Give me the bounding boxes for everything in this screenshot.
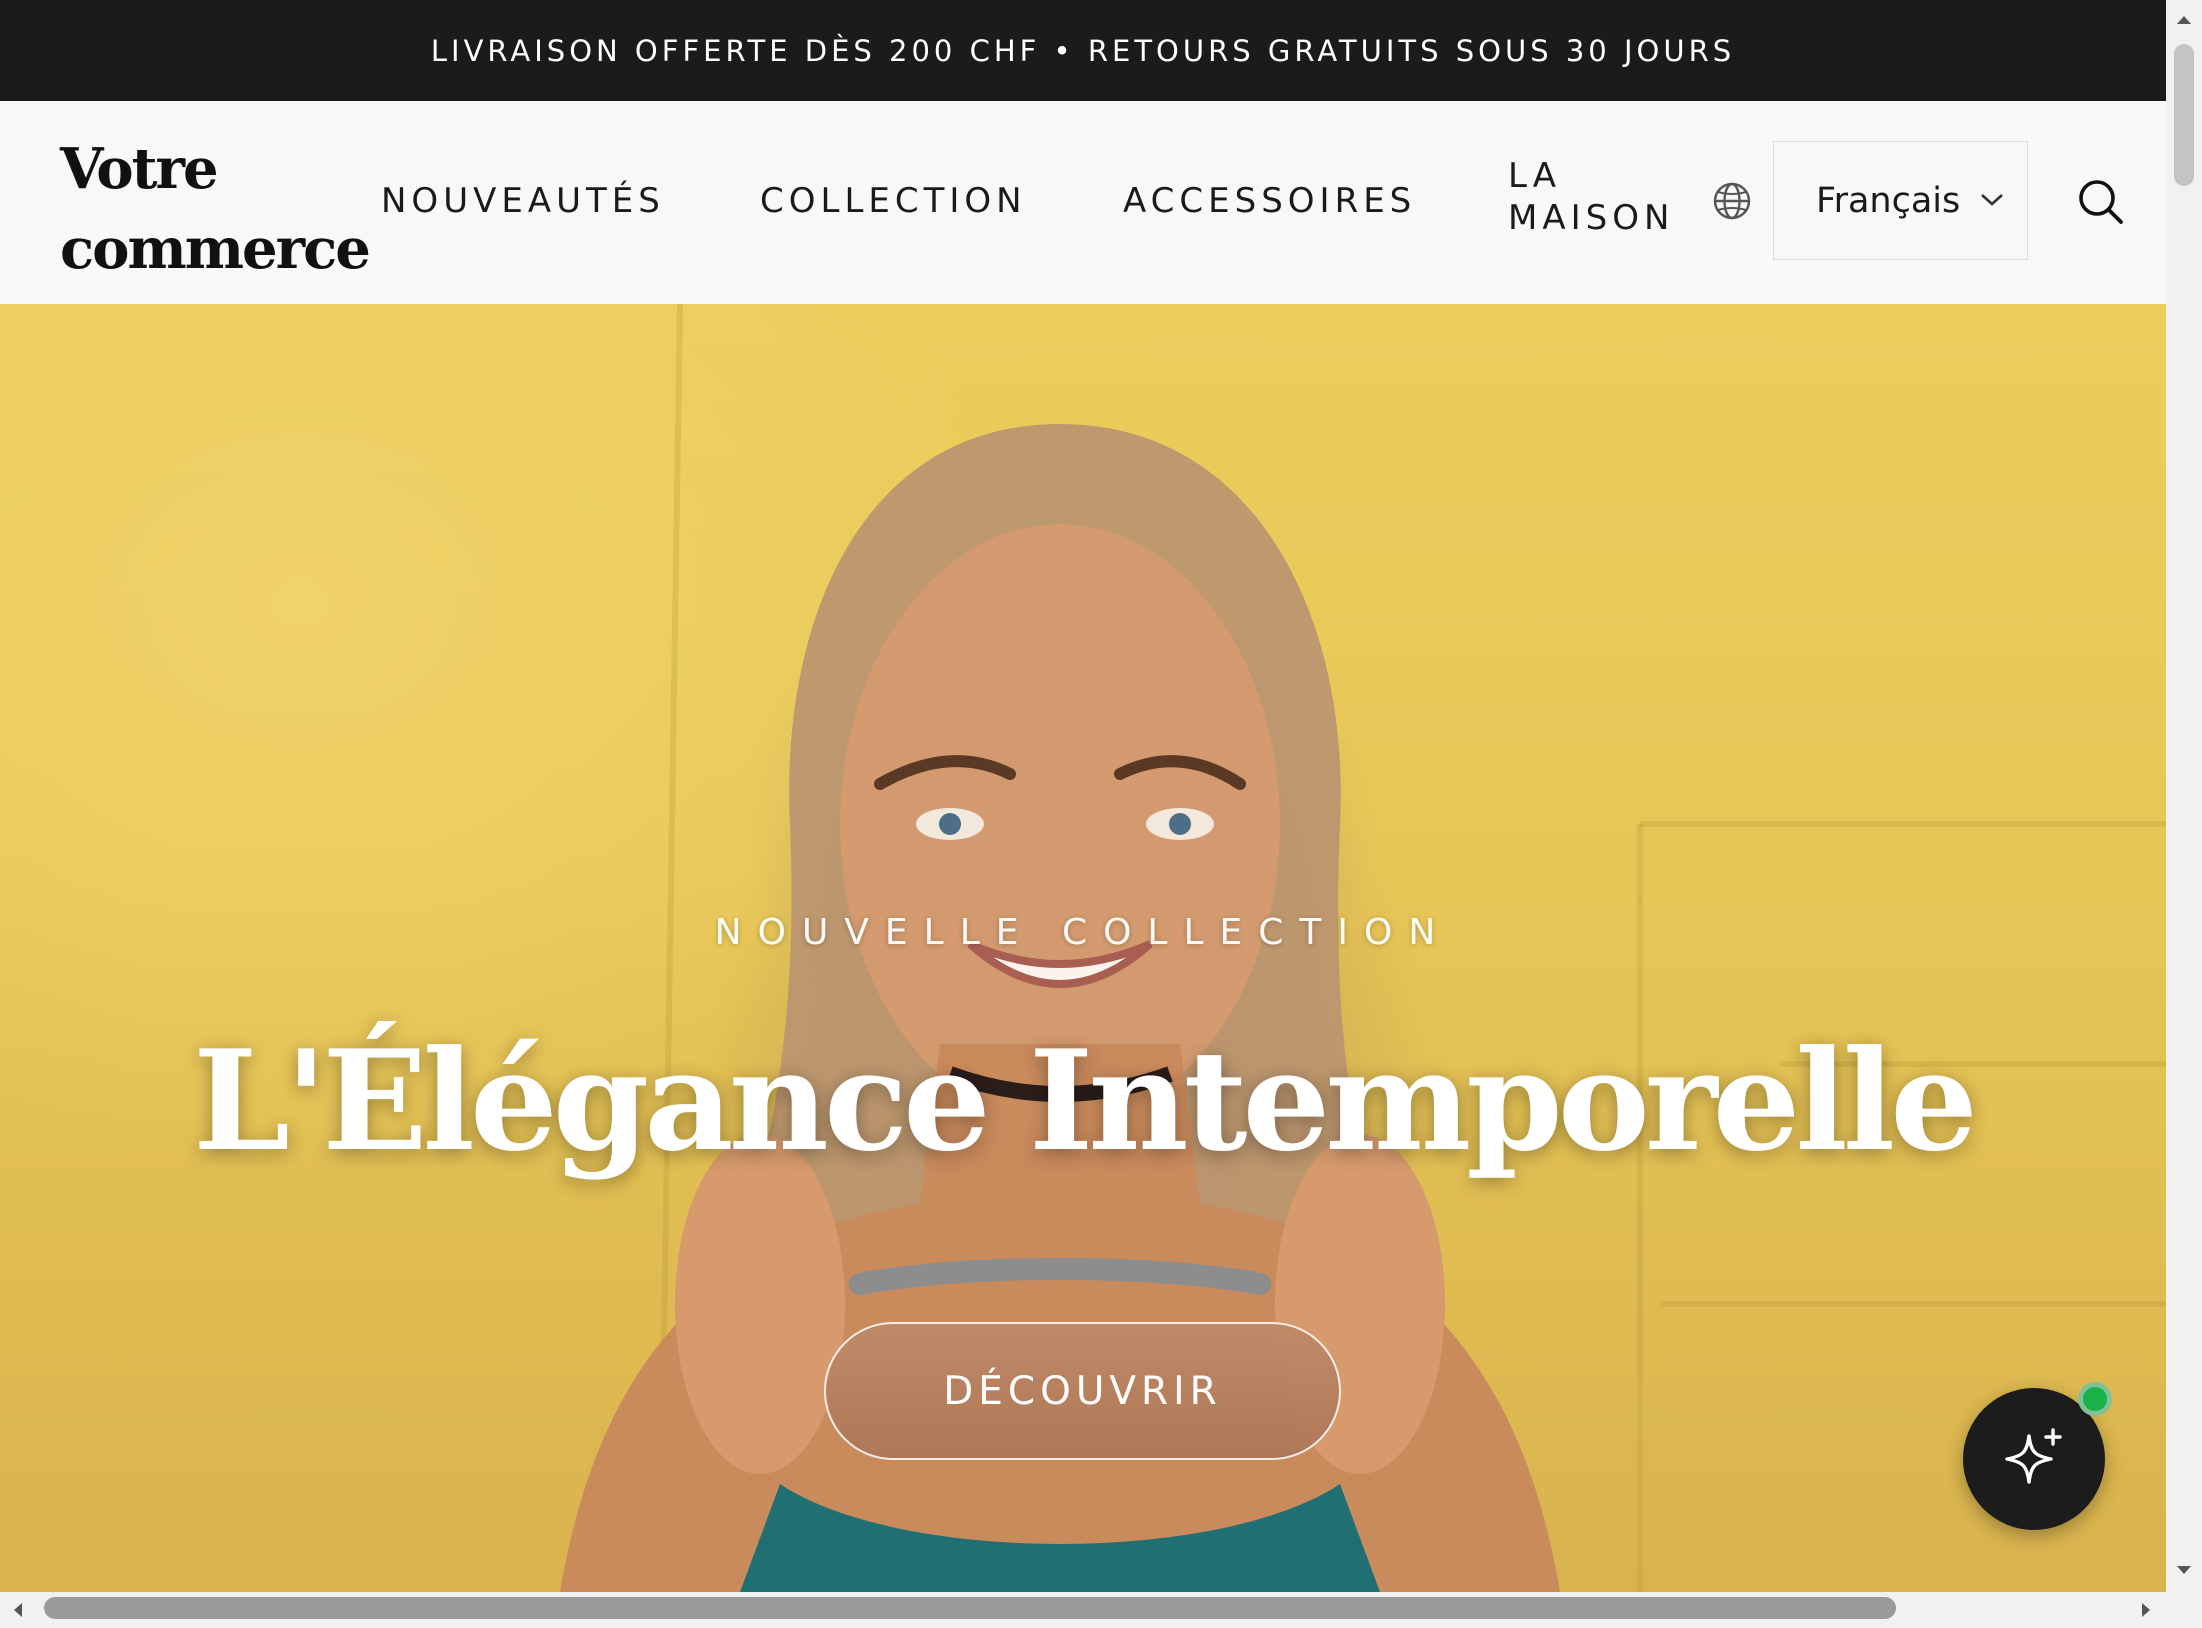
scroll-right-arrow-icon[interactable] [2136, 1600, 2156, 1620]
search-icon[interactable] [2076, 177, 2124, 225]
hero-banner: NOUVELLE COLLECTION L'Élégance Intempore… [0, 304, 2166, 1592]
hero-eyebrow: NOUVELLE COLLECTION [714, 912, 1452, 953]
discover-button[interactable]: DÉCOUVRIR [824, 1322, 1341, 1460]
logo-line-2: commerce [60, 216, 371, 282]
sparkle-icon [2005, 1428, 2062, 1484]
nav-item-la-maison-line-1: LA [1508, 156, 1561, 196]
scroll-up-arrow-icon[interactable] [2174, 10, 2194, 30]
nav-item-collection[interactable]: COLLECTION [760, 178, 1027, 224]
nav-item-la-maison-line-2: MAISON [1508, 198, 1675, 238]
language-selected-label: Français [1816, 180, 1961, 221]
scroll-left-arrow-icon[interactable] [8, 1600, 28, 1620]
nav-item-accessoires[interactable]: ACCESSOIRES [1123, 178, 1416, 224]
nav-item-la-maison[interactable]: LA MAISON [1508, 153, 1674, 241]
store-logo[interactable]: Votre commerce [60, 129, 371, 289]
logo-line-1: Votre [60, 136, 219, 202]
horizontal-scroll-thumb[interactable] [44, 1597, 1896, 1619]
hero-title: L'Élégance Intemporelle [193, 1019, 1978, 1182]
vertical-scroll-thumb[interactable] [2174, 44, 2194, 186]
language-select[interactable]: Français [1773, 141, 2028, 260]
vertical-scrollbar[interactable] [2166, 0, 2202, 1592]
announcement-text: LIVRAISON OFFERTE DÈS 200 CHF • RETOURS … [430, 33, 1736, 68]
scroll-down-arrow-icon[interactable] [2174, 1560, 2194, 1580]
nav-item-nouveautes[interactable]: NOUVEAUTÉS [381, 178, 665, 224]
online-status-indicator [2078, 1382, 2112, 1416]
site-header: Votre commerce NOUVEAUTÉS COLLECTION ACC… [0, 101, 2166, 305]
announcement-bar: LIVRAISON OFFERTE DÈS 200 CHF • RETOURS … [0, 0, 2166, 101]
chevron-down-icon [1981, 194, 2003, 206]
globe-icon [1713, 182, 1751, 220]
